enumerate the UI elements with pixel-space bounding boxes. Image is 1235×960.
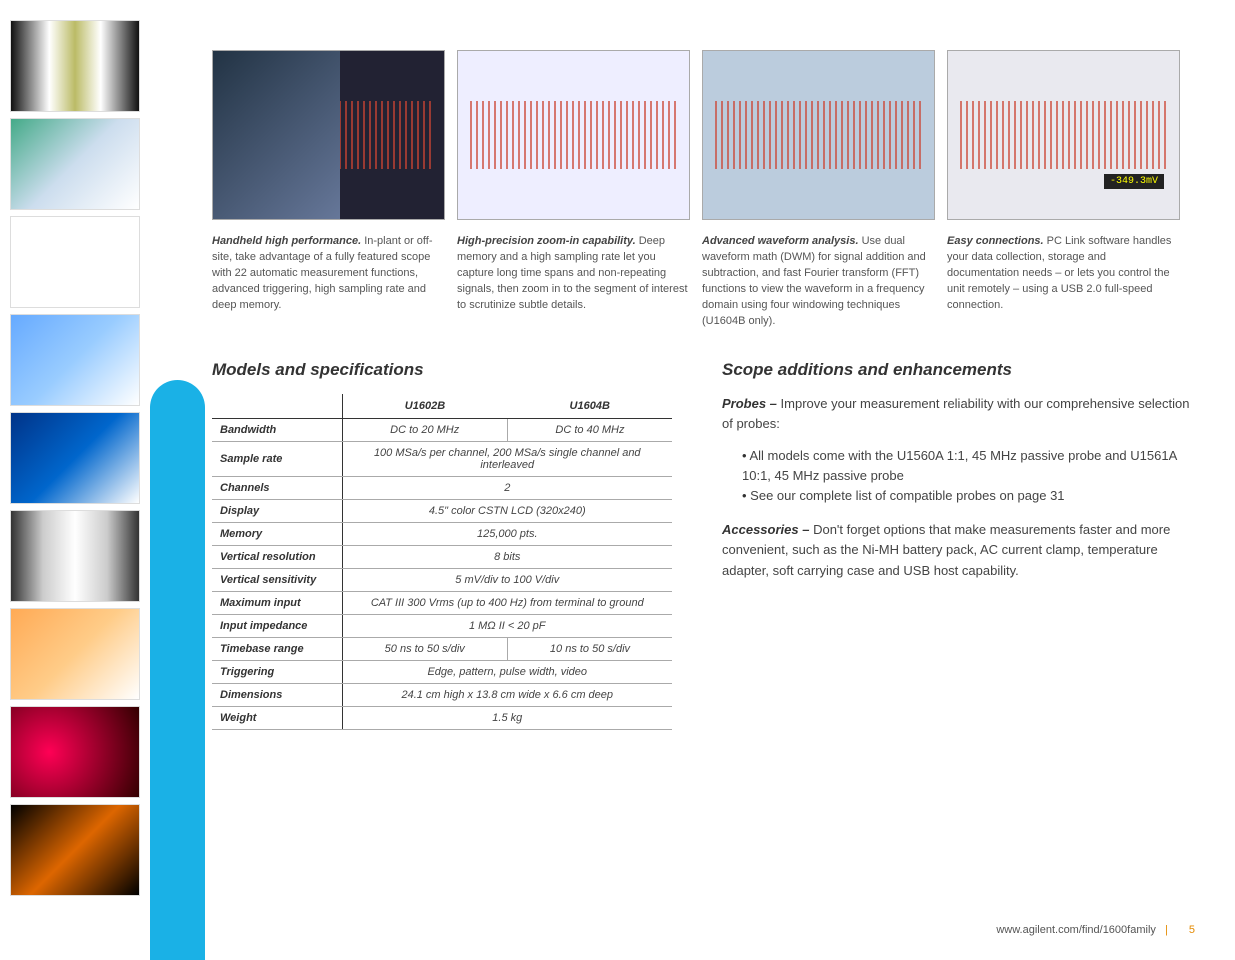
spec-row: Sample rate100 MSa/s per channel, 200 MS… [212, 441, 672, 476]
spec-cell: DC to 20 MHz [342, 418, 507, 441]
list-item: See our complete list of compatible prob… [742, 486, 1192, 506]
spec-row: Channels2 [212, 476, 672, 499]
spec-row: Maximum inputCAT III 300 Vrms (up to 400… [212, 591, 672, 614]
footer-url: www.agilent.com/find/1600family [996, 924, 1156, 936]
spec-cell: CAT III 300 Vrms (up to 400 Hz) from ter… [342, 591, 672, 614]
spec-row: Vertical sensitivity5 mV/div to 100 V/di… [212, 568, 672, 591]
spec-header-blank [212, 394, 342, 419]
probes-intro: Improve your measurement reliability wit… [722, 396, 1190, 431]
figure-2-image [457, 50, 690, 220]
spec-row: BandwidthDC to 20 MHzDC to 40 MHz [212, 418, 672, 441]
footer-page-number: 5 [1189, 924, 1195, 936]
caption-title: Handheld high performance. [212, 235, 361, 247]
footer-separator: | [1165, 924, 1168, 936]
caption-title: Advanced waveform analysis. [702, 235, 859, 247]
figure-4-image: -349.3mV [947, 50, 1180, 220]
thumb-image [10, 216, 140, 308]
thumb-image [10, 118, 140, 210]
spec-row-header: Maximum input [212, 591, 342, 614]
accessories-paragraph: Accessories – Don't forget options that … [722, 520, 1192, 580]
spec-row-header: Bandwidth [212, 418, 342, 441]
thumb-image [10, 706, 140, 798]
additions-column: Scope additions and enhancements Probes … [722, 360, 1192, 730]
spec-cell: 2 [342, 476, 672, 499]
blue-accent-bar [150, 380, 205, 960]
spec-cell: 125,000 pts. [342, 522, 672, 545]
spec-cell: 4.5" color CSTN LCD (320x240) [342, 499, 672, 522]
spec-table: U1602B U1604B BandwidthDC to 20 MHzDC to… [212, 394, 672, 730]
spec-row-header: Vertical sensitivity [212, 568, 342, 591]
spec-cell: 1.5 kg [342, 706, 672, 729]
figure-3: Advanced waveform analysis. Use dual wav… [702, 50, 935, 330]
additions-heading: Scope additions and enhancements [722, 360, 1192, 380]
spec-header-u1604b: U1604B [507, 394, 672, 419]
spec-row: Dimensions24.1 cm high x 13.8 cm wide x … [212, 683, 672, 706]
models-heading: Models and specifications [212, 360, 672, 380]
spec-cell: 100 MSa/s per channel, 200 MSa/s single … [342, 441, 672, 476]
spec-row: TriggeringEdge, pattern, pulse width, vi… [212, 660, 672, 683]
thumb-image [10, 20, 140, 112]
spec-cell: 5 mV/div to 100 V/div [342, 568, 672, 591]
spec-row-header: Timebase range [212, 637, 342, 660]
spec-row: Timebase range50 ns to 50 s/div10 ns to … [212, 637, 672, 660]
thumb-image [10, 608, 140, 700]
figure-1: Handheld high performance. In-plant or o… [212, 50, 445, 330]
spec-cell: 10 ns to 50 s/div [507, 637, 672, 660]
spec-row-header: Dimensions [212, 683, 342, 706]
accessories-label: Accessories – [722, 522, 809, 537]
spec-cell: 1 MΩ II < 20 pF [342, 614, 672, 637]
thumb-image [10, 804, 140, 896]
spec-row-header: Memory [212, 522, 342, 545]
main-content: Handheld high performance. In-plant or o… [212, 50, 1192, 730]
figure-3-image [702, 50, 935, 220]
spec-row-header: Triggering [212, 660, 342, 683]
list-item: All models come with the U1560A 1:1, 45 … [742, 446, 1192, 486]
figure-4-readout: -349.3mV [1104, 174, 1164, 189]
spec-cell: DC to 40 MHz [507, 418, 672, 441]
spec-row: Input impedance1 MΩ II < 20 pF [212, 614, 672, 637]
sidebar-thumbnails [10, 20, 140, 896]
spec-row: Memory125,000 pts. [212, 522, 672, 545]
thumb-image [10, 510, 140, 602]
thumb-image [10, 412, 140, 504]
spec-cell: 50 ns to 50 s/div [342, 637, 507, 660]
probes-label: Probes – [722, 396, 777, 411]
spec-row: Display4.5" color CSTN LCD (320x240) [212, 499, 672, 522]
specs-column: Models and specifications U1602B U1604B … [212, 360, 672, 730]
figure-3-caption: Advanced waveform analysis. Use dual wav… [702, 234, 935, 330]
figure-4-caption: Easy connections. PC Link software handl… [947, 234, 1180, 314]
probes-paragraph: Probes – Improve your measurement reliab… [722, 394, 1192, 434]
figure-row: Handheld high performance. In-plant or o… [212, 50, 1192, 330]
figure-2: High-precision zoom-in capability. Deep … [457, 50, 690, 330]
caption-title: Easy connections. [947, 235, 1044, 247]
thumb-image [10, 314, 140, 406]
spec-row: Weight1.5 kg [212, 706, 672, 729]
figure-2-caption: High-precision zoom-in capability. Deep … [457, 234, 690, 314]
probes-bullets: All models come with the U1560A 1:1, 45 … [742, 446, 1192, 506]
figure-1-image [212, 50, 445, 220]
spec-cell: 8 bits [342, 545, 672, 568]
caption-title: High-precision zoom-in capability. [457, 235, 636, 247]
page-footer: www.agilent.com/find/1600family | 5 [996, 924, 1195, 936]
spec-row-header: Channels [212, 476, 342, 499]
figure-4: -349.3mV Easy connections. PC Link softw… [947, 50, 1180, 330]
spec-row-header: Vertical resolution [212, 545, 342, 568]
spec-cell: Edge, pattern, pulse width, video [342, 660, 672, 683]
lower-columns: Models and specifications U1602B U1604B … [212, 360, 1192, 730]
spec-cell: 24.1 cm high x 13.8 cm wide x 6.6 cm dee… [342, 683, 672, 706]
spec-header-u1602b: U1602B [342, 394, 507, 419]
spec-row-header: Sample rate [212, 441, 342, 476]
spec-row-header: Weight [212, 706, 342, 729]
spec-row-header: Display [212, 499, 342, 522]
caption-body: Use dual waveform math (DWM) for signal … [702, 235, 926, 327]
spec-row-header: Input impedance [212, 614, 342, 637]
spec-row: Vertical resolution8 bits [212, 545, 672, 568]
figure-1-caption: Handheld high performance. In-plant or o… [212, 234, 445, 314]
